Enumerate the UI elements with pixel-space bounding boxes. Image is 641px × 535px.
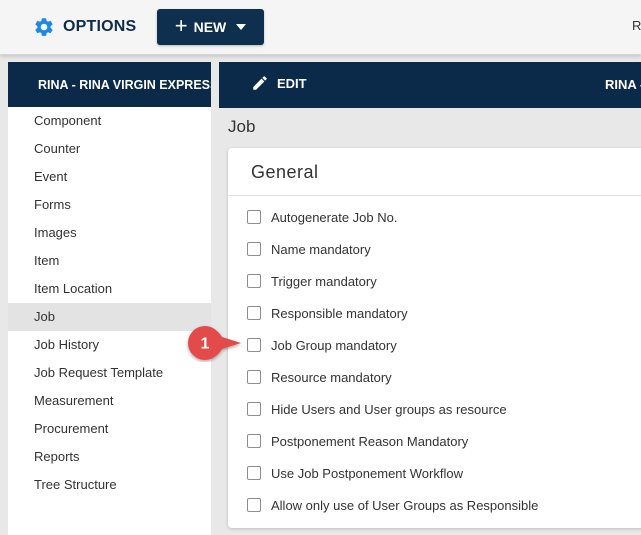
edit-label: EDIT [277, 75, 307, 91]
checkbox-row-hide-users-as-resource[interactable]: Hide Users and User groups as resource [247, 399, 507, 419]
checkbox[interactable] [247, 402, 261, 416]
sidebar-item-counter[interactable]: Counter [8, 135, 211, 163]
checkbox[interactable] [247, 498, 261, 512]
checkbox-row-postponement-reason-mandatory[interactable]: Postponement Reason Mandatory [247, 431, 468, 451]
content-header: EDIT RINA - [219, 62, 641, 108]
checkbox-label: Name mandatory [271, 241, 371, 257]
new-button-label: NEW [193, 19, 227, 35]
sidebar-item-forms[interactable]: Forms [8, 191, 211, 219]
top-bar: OPTIONS + NEW R [0, 0, 641, 55]
checkbox-row-job-group-mandatory[interactable]: Job Group mandatory [247, 335, 397, 355]
checkbox-label: Postponement Reason Mandatory [271, 433, 469, 449]
sidebar-item-job-request-template[interactable]: Job Request Template [8, 359, 211, 387]
callout-number: 1 [201, 336, 210, 353]
checkbox[interactable] [247, 210, 261, 224]
checkbox[interactable] [247, 242, 261, 256]
general-card: General Autogenerate Job No. Name mandat… [228, 148, 641, 528]
checkbox[interactable] [247, 466, 261, 480]
checkbox-row-autogenerate-job-no[interactable]: Autogenerate Job No. [247, 207, 397, 227]
checkbox-row-name-mandatory[interactable]: Name mandatory [247, 239, 371, 259]
checkbox-label: Hide Users and User groups as resource [271, 401, 507, 417]
checkbox[interactable] [247, 370, 261, 384]
header-context-label: RINA - [605, 77, 641, 92]
sidebar-item-tree-structure[interactable]: Tree Structure [8, 471, 211, 499]
options-label: OPTIONS [63, 18, 137, 35]
chevron-down-icon [236, 24, 247, 30]
checkbox[interactable] [247, 274, 261, 288]
checkbox[interactable] [247, 306, 261, 320]
card-title: General [251, 162, 319, 182]
gear-icon [35, 18, 53, 36]
sidebar-item-measurement[interactable]: Measurement [8, 387, 211, 415]
card-divider [228, 195, 641, 196]
sidebar-item-reports[interactable]: Reports [8, 443, 211, 471]
plus-icon: + [174, 13, 188, 38]
checkbox[interactable] [247, 434, 261, 448]
sidebar-item-component[interactable]: Component [8, 107, 211, 135]
sidebar-item-procurement[interactable]: Procurement [8, 415, 211, 443]
checkbox-row-use-job-postponement-workflow[interactable]: Use Job Postponement Workflow [247, 463, 463, 483]
edit-button[interactable]: EDIT [251, 74, 307, 92]
sidebar-header[interactable]: RINA - RINA VIRGIN EXPRESS [8, 62, 211, 107]
callout-marker: 1 [188, 326, 241, 360]
checkbox-label: Autogenerate Job No. [271, 209, 398, 225]
sidebar-item-event[interactable]: Event [8, 163, 211, 191]
checkbox-row-responsible-mandatory[interactable]: Responsible mandatory [247, 303, 408, 323]
sidebar-item-images[interactable]: Images [8, 219, 211, 247]
user-menu[interactable]: R [632, 18, 641, 33]
pencil-icon [253, 76, 267, 90]
checkbox-label: Job Group mandatory [271, 337, 397, 353]
page-title: Job [228, 117, 256, 136]
checkbox-label: Responsible mandatory [271, 305, 408, 321]
new-button[interactable]: + NEW [157, 9, 264, 45]
checkbox-label: Resource mandatory [271, 369, 392, 385]
checkbox-row-resource-mandatory[interactable]: Resource mandatory [247, 367, 392, 387]
sidebar: Component Counter Event Forms Images Ite… [8, 107, 211, 535]
checkbox-row-trigger-mandatory[interactable]: Trigger mandatory [247, 271, 377, 291]
sidebar-item-item[interactable]: Item [8, 247, 211, 275]
checkbox-label: Allow only use of User Groups as Respons… [271, 497, 539, 513]
checkbox-label: Use Job Postponement Workflow [271, 465, 463, 481]
checkbox[interactable] [247, 338, 261, 352]
options-menu[interactable]: OPTIONS [33, 14, 136, 40]
checkbox-label: Trigger mandatory [271, 273, 377, 289]
sidebar-item-item-location[interactable]: Item Location [8, 275, 211, 303]
checkbox-row-allow-only-user-groups[interactable]: Allow only use of User Groups as Respons… [247, 495, 538, 515]
